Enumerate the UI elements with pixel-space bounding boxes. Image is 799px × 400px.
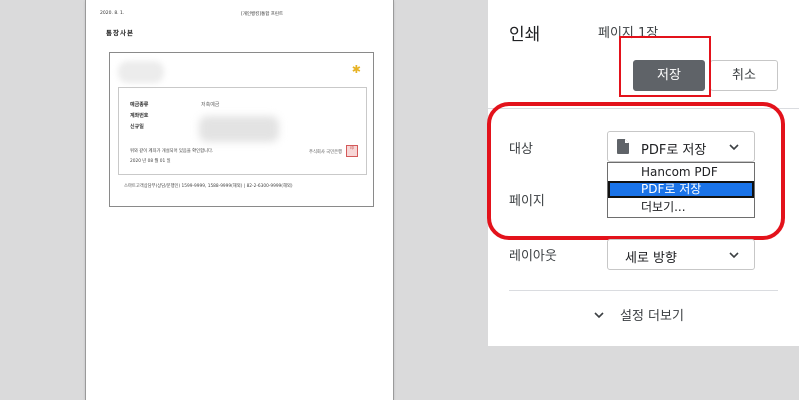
confirmation-note: 위와 같이 계좌가 개설되어 있음을 확인합니다. [130,149,214,154]
certificate-footer: 스마트고객상담부(상담/문행인) 1599-9999, 1588-9999(해외… [124,184,293,189]
row-label-open-date: 신규일 [130,124,144,130]
bank-name: 주식회사 국민은행 [309,150,342,155]
panel-footer-area [488,346,799,400]
bank-logo-icon: ✱ [351,63,361,76]
more-settings-label: 설정 더보기 [620,309,684,324]
chevron-down-icon [729,252,739,259]
page-header-date: 2020. 8. 1. [100,11,125,16]
layout-select[interactable]: 세로 방향 [607,239,755,270]
blurred-account-holder [118,61,164,83]
cancel-button[interactable]: 취소 [710,60,778,91]
bankbook-certificate: ✱ 예금종류 저축예금 계좌번호 신규일 위와 같이 계좌가 개설되어 있음을 … [109,52,374,207]
row-label-account-type: 예금종류 [130,102,149,108]
print-settings-panel: 인쇄 페이지 1장 저장 취소 대상 PDF로 저장 Hancom PDF PD… [487,0,799,400]
row-value-account-type: 저축예금 [201,102,220,108]
bank-seal-stamp: 印 [346,145,358,157]
blurred-account-values [199,116,279,142]
destination-highlight-box [487,102,785,240]
row-label-account-number: 계좌번호 [130,113,149,119]
save-button-highlight-box [619,36,711,97]
settings-divider [509,290,778,291]
more-settings-toggle[interactable]: 설정 더보기 [593,305,684,324]
account-details-box: 예금종류 저축예금 계좌번호 신규일 위와 같이 계좌가 개설되어 있음을 확인… [118,87,367,175]
page-header-title: [개인뱅킹]통합 프린트 [241,12,284,17]
document-title: 통장사본 [106,29,134,37]
print-preview-area: 2020. 8. 1. [개인뱅킹]통합 프린트 통장사본 ✱ 예금종류 저축예… [0,0,488,400]
layout-selected-value: 세로 방향 [625,251,677,266]
preview-page: 2020. 8. 1. [개인뱅킹]통합 프린트 통장사본 ✱ 예금종류 저축예… [86,0,393,400]
print-dialog-title: 인쇄 [509,25,541,45]
issue-date: 2020 년 08 월 01 일 [130,159,171,164]
chevron-down-icon [594,312,604,319]
layout-label: 레이아웃 [509,249,557,264]
